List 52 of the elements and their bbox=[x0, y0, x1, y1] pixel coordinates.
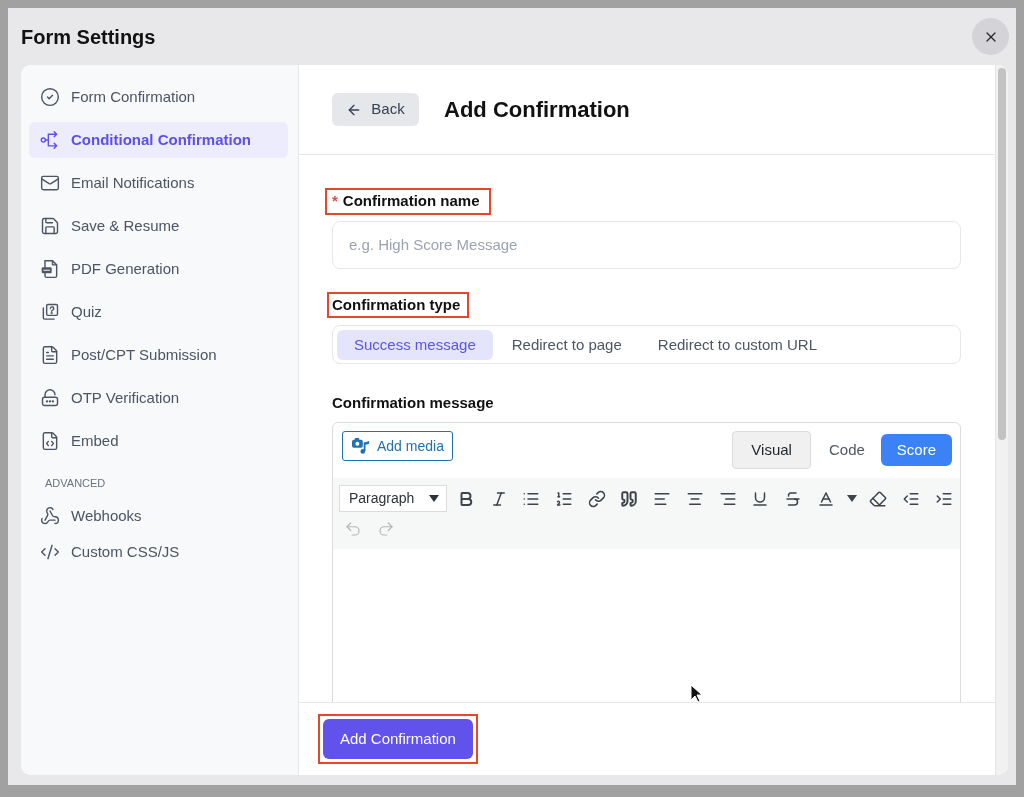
eraser-icon[interactable] bbox=[869, 489, 888, 508]
text-color-icon[interactable] bbox=[816, 489, 835, 508]
caret-icon[interactable] bbox=[846, 495, 857, 502]
dialog-title: Form Settings bbox=[21, 24, 156, 50]
envelope-icon bbox=[40, 173, 60, 193]
question-cards-icon bbox=[40, 302, 60, 322]
quote-icon[interactable] bbox=[620, 489, 639, 508]
format-select[interactable]: Paragraph bbox=[339, 485, 447, 512]
back-button[interactable]: Back bbox=[332, 93, 419, 126]
sidebar-item[interactable]: Email Notifications bbox=[29, 165, 288, 201]
sidebar-item[interactable]: Custom CSS/JS bbox=[29, 534, 288, 570]
close-button[interactable] bbox=[972, 18, 1009, 55]
strikethrough-icon[interactable] bbox=[783, 489, 802, 508]
sidebar-item[interactable]: OTP Verification bbox=[29, 380, 288, 416]
code-icon bbox=[40, 542, 60, 562]
sidebar-item[interactable]: Quiz bbox=[29, 294, 288, 330]
field-label: Confirmation type bbox=[332, 294, 461, 315]
sidebar-item[interactable]: Save & Resume bbox=[29, 208, 288, 244]
type-tab[interactable]: Success message bbox=[337, 330, 493, 360]
section-label: ADVANCED bbox=[45, 476, 106, 491]
sidebar-item[interactable]: Post/CPT Submission bbox=[29, 337, 288, 373]
webhook-icon bbox=[40, 506, 60, 526]
code-file-icon bbox=[40, 431, 60, 451]
sidebar-item[interactable]: PDF Generation bbox=[29, 251, 288, 287]
numbered-list-icon[interactable] bbox=[555, 489, 574, 508]
check-circle-icon bbox=[40, 87, 60, 107]
sidebar-item[interactable]: Webhooks bbox=[29, 498, 288, 534]
mouse-pointer-icon bbox=[690, 684, 702, 703]
name-input[interactable]: e.g. High Score Message bbox=[332, 220, 961, 269]
page-title: Add Confirmation bbox=[444, 96, 630, 124]
type-tab[interactable]: Redirect to custom URL bbox=[640, 330, 835, 360]
open-lock-icon bbox=[40, 388, 60, 408]
pdf-file-icon bbox=[40, 259, 60, 279]
editor-mode-tab[interactable]: Visual bbox=[732, 431, 811, 469]
scrollbar-thumb[interactable] bbox=[998, 68, 1006, 440]
score-button[interactable]: Score bbox=[880, 434, 952, 466]
branching-arrows-icon bbox=[40, 130, 60, 150]
sidebar-item[interactable]: Form Confirmation bbox=[29, 79, 288, 115]
sidebar-item[interactable]: Embed bbox=[29, 423, 288, 459]
field-label: Confirmation message bbox=[332, 394, 494, 411]
add-confirmation-button[interactable]: Add Confirmation bbox=[323, 719, 473, 759]
caret-icon bbox=[428, 495, 439, 502]
document-icon bbox=[40, 345, 60, 365]
media-icon bbox=[351, 437, 371, 455]
add-media-button[interactable]: Add media bbox=[342, 431, 453, 461]
field-label: * Confirmation name bbox=[332, 191, 480, 211]
type-tab[interactable]: Redirect to page bbox=[494, 330, 639, 360]
underline-icon[interactable] bbox=[751, 489, 770, 508]
editor-mode-tab[interactable]: Code bbox=[810, 431, 883, 469]
link-icon[interactable] bbox=[587, 489, 606, 508]
scrollbar[interactable] bbox=[995, 65, 1008, 775]
sidebar-item[interactable]: Conditional Confirmation bbox=[29, 122, 288, 158]
